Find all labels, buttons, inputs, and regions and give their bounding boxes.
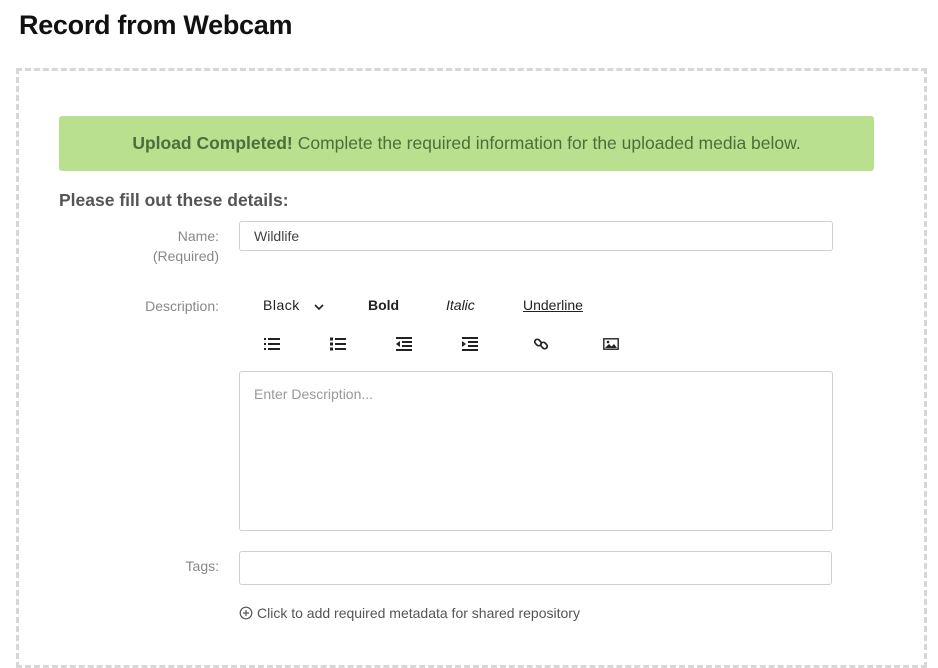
add-metadata-link[interactable]: Click to add required metadata for share… <box>239 605 580 621</box>
name-required-text: (Required) <box>152 248 219 264</box>
alert-message: Complete the required information for th… <box>297 133 801 153</box>
upload-success-alert: Upload Completed! Complete the required … <box>59 116 874 171</box>
tags-input[interactable] <box>239 551 832 585</box>
form-heading: Please fill out these details: <box>59 190 289 210</box>
link-icon[interactable] <box>533 336 551 354</box>
name-label-text: Name: <box>177 228 219 244</box>
chevron-down-icon <box>314 297 324 315</box>
color-select[interactable]: Black <box>263 296 324 315</box>
page-title: Record from Webcam <box>19 10 293 40</box>
italic-button[interactable]: Italic <box>446 296 475 314</box>
ordered-list-icon[interactable] <box>264 336 282 354</box>
tags-label: Tags: <box>185 558 219 574</box>
color-select-label: Black <box>263 297 300 313</box>
outdent-icon[interactable] <box>396 336 414 354</box>
name-label: Name: (Required) <box>99 226 219 266</box>
description-label: Description: <box>145 298 219 314</box>
underline-button[interactable]: Underline <box>523 296 583 314</box>
alert-strong-text: Upload Completed! <box>132 133 293 153</box>
plus-circle-icon <box>239 606 253 620</box>
bold-button[interactable]: Bold <box>368 296 399 314</box>
name-input[interactable] <box>239 221 833 251</box>
unordered-list-icon[interactable] <box>330 336 348 354</box>
description-textarea[interactable] <box>239 371 833 531</box>
add-metadata-link-text: Click to add required metadata for share… <box>257 605 580 621</box>
indent-icon[interactable] <box>462 336 480 354</box>
image-icon[interactable] <box>603 336 621 354</box>
